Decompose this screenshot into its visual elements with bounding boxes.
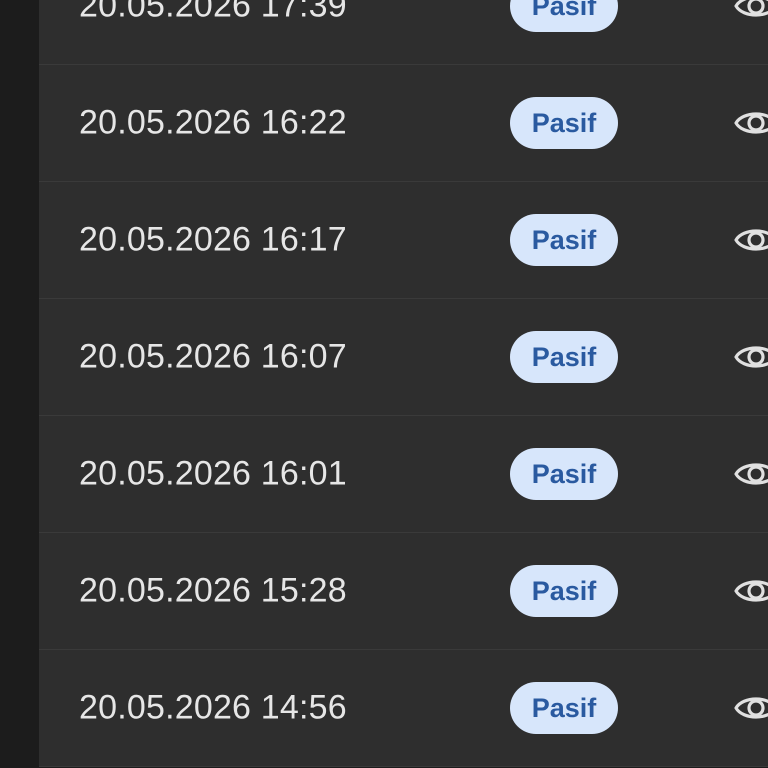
status-badge: Pasif: [510, 682, 618, 734]
eye-icon[interactable]: [734, 0, 768, 23]
row-timestamp: 20.05.2026 16:17: [79, 220, 347, 259]
row-timestamp: 20.05.2026 16:22: [79, 103, 347, 142]
list-item: 20.05.2026 16:17 Pasif: [39, 182, 768, 299]
status-badge: Pasif: [510, 331, 618, 383]
eye-icon[interactable]: [734, 340, 768, 374]
eye-icon[interactable]: [734, 691, 768, 725]
row-timestamp: 20.05.2026 16:01: [79, 454, 347, 493]
status-badge: Pasif: [510, 214, 618, 266]
row-timestamp: 20.05.2026 14:56: [79, 688, 347, 727]
status-badge: Pasif: [510, 0, 618, 32]
list-item: 20.05.2026 14:56 Pasif: [39, 650, 768, 767]
status-badge: Pasif: [510, 448, 618, 500]
history-list: 20.05.2026 17:39 Pasif 20.05.2026 16:22 …: [39, 0, 768, 767]
row-timestamp: 20.05.2026 17:39: [79, 0, 347, 25]
row-timestamp: 20.05.2026 16:07: [79, 337, 347, 376]
eye-icon[interactable]: [734, 457, 768, 491]
eye-icon[interactable]: [734, 106, 768, 140]
list-item: 20.05.2026 16:22 Pasif: [39, 65, 768, 182]
status-badge: Pasif: [510, 565, 618, 617]
list-item: 20.05.2026 16:07 Pasif: [39, 299, 768, 416]
status-badge: Pasif: [510, 97, 618, 149]
left-sidebar: [0, 0, 39, 768]
app-frame: 20.05.2026 17:39 Pasif 20.05.2026 16:22 …: [0, 0, 768, 768]
eye-icon[interactable]: [734, 574, 768, 608]
eye-icon[interactable]: [734, 223, 768, 257]
list-item: 20.05.2026 17:39 Pasif: [39, 0, 768, 65]
row-timestamp: 20.05.2026 15:28: [79, 571, 347, 610]
list-item: 20.05.2026 16:01 Pasif: [39, 416, 768, 533]
list-item: 20.05.2026 15:28 Pasif: [39, 533, 768, 650]
